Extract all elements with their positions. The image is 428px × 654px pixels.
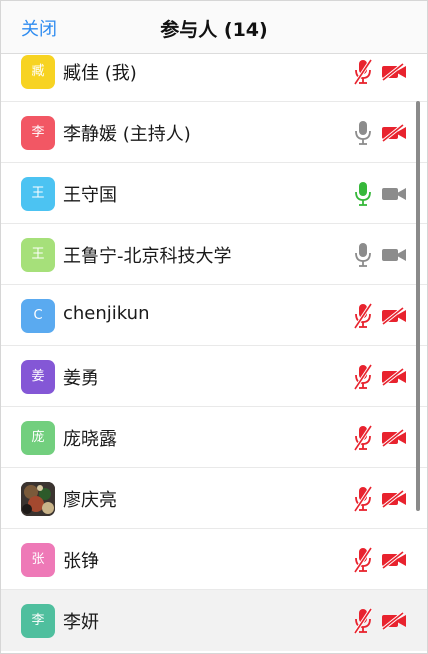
mic-muted-icon[interactable]: [353, 303, 373, 329]
participant-list[interactable]: 臧臧佳 (我) 李李静媛 (主持人) 王王守国王王鲁宁-北京科技大学 Cchenjik…: [1, 42, 427, 653]
avatar: 王: [21, 177, 55, 211]
participant-row[interactable]: 王王守国: [1, 163, 427, 224]
avatar: 王: [21, 238, 55, 272]
video-off-icon[interactable]: [381, 367, 407, 387]
video-off-icon[interactable]: [381, 489, 407, 509]
avatar: 臧: [21, 55, 55, 89]
participant-name: 王鲁宁-北京科技大学: [63, 246, 232, 267]
participant-name: 廖庆亮: [63, 490, 117, 511]
mic-muted-icon[interactable]: [353, 486, 373, 512]
participant-row[interactable]: 廖庆亮: [1, 468, 427, 529]
participant-row[interactable]: 王王鲁宁-北京科技大学: [1, 224, 427, 285]
video-off-icon[interactable]: [381, 611, 407, 631]
mic-muted-icon[interactable]: [353, 59, 373, 85]
video-icon[interactable]: [381, 185, 407, 203]
avatar: 李: [21, 116, 55, 150]
participant-name: 张铮: [63, 551, 99, 572]
video-icon[interactable]: [381, 246, 407, 264]
avatar: 姜: [21, 360, 55, 394]
participant-row[interactable]: Cchenjikun: [1, 285, 427, 346]
participant-name: 李静媛 (主持人): [63, 124, 191, 145]
participant-name: 臧佳 (我): [63, 63, 137, 84]
participant-row[interactable]: 姜姜勇: [1, 346, 427, 407]
participant-name: 庞晓露: [63, 429, 117, 450]
avatar: 庞: [21, 421, 55, 455]
mic-muted-icon[interactable]: [353, 547, 373, 573]
mic-muted-icon[interactable]: [353, 608, 373, 634]
mic-muted-icon[interactable]: [353, 364, 373, 390]
participant-name: 姜勇: [63, 368, 99, 389]
video-off-icon[interactable]: [381, 306, 407, 326]
video-off-icon[interactable]: [381, 550, 407, 570]
avatar: [21, 482, 55, 516]
mic-icon[interactable]: [353, 120, 373, 146]
video-off-icon[interactable]: [381, 123, 407, 143]
mic-muted-icon[interactable]: [353, 425, 373, 451]
page-title: 参与人 (14): [160, 19, 268, 41]
participant-name: chenjikun: [63, 303, 150, 324]
mic-icon[interactable]: [353, 242, 373, 268]
participants-window: 关闭 参与人 (14) 臧臧佳 (我) 李李静媛 (主持人) 王王守国王王鲁宁-北京…: [0, 0, 428, 654]
participant-row[interactable]: 张张铮: [1, 529, 427, 590]
participant-row[interactable]: 李李妍: [1, 590, 427, 651]
avatar: C: [21, 299, 55, 333]
participant-row[interactable]: 庞庞晓露: [1, 407, 427, 468]
avatar: 张: [21, 543, 55, 577]
video-off-icon[interactable]: [381, 62, 407, 82]
participant-name: 王守国: [63, 185, 117, 206]
nav-bar: 关闭 参与人 (14): [1, 1, 427, 54]
scrollbar[interactable]: [416, 101, 420, 511]
avatar: 李: [21, 604, 55, 638]
participant-name: 李妍: [63, 612, 99, 633]
video-off-icon[interactable]: [381, 428, 407, 448]
participant-row[interactable]: 李李静媛 (主持人): [1, 102, 427, 163]
mic-icon[interactable]: [353, 181, 373, 207]
